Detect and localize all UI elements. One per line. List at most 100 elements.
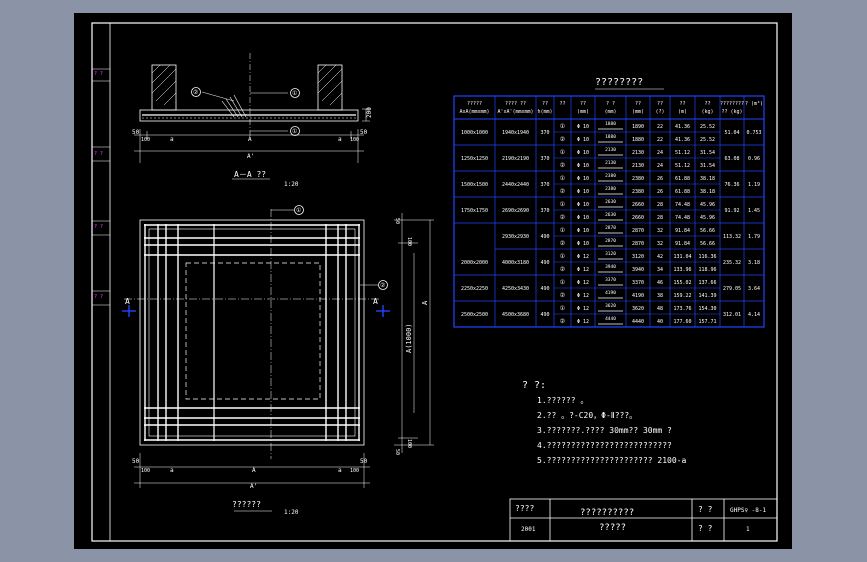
- table-bar-dia: Φ 10: [577, 228, 589, 234]
- table-cell-conc: 1.19: [748, 182, 760, 188]
- section-dim-Aprime: A': [247, 153, 254, 160]
- table-header-cell: h(mm): [537, 109, 552, 115]
- table-cell-outer: 4250x3430: [502, 286, 529, 292]
- svg-text:? ?: ? ?: [94, 151, 103, 157]
- plan-bottom-50-left: 50: [132, 458, 140, 465]
- table-header-cell: (m): [678, 109, 687, 115]
- table-cell-steel: 63.08: [724, 156, 739, 162]
- table-cell-outer: 2440x2440: [502, 182, 529, 188]
- table-bar-no: ①: [560, 305, 565, 312]
- table-bar-shape-len: 2380: [605, 186, 616, 192]
- table-bar-len: 4440: [632, 319, 644, 325]
- table-bar-shape-len: 2870: [605, 225, 616, 231]
- table-bar-dia: Φ 10: [577, 189, 589, 195]
- table-bar-dia: Φ 10: [577, 241, 589, 247]
- table-bar-total: 91.84: [675, 228, 690, 234]
- plan-bottom-100-right: 100: [350, 468, 359, 474]
- table-bar-weight: 31.54: [700, 150, 715, 156]
- table-bar-shape-len: 3940: [605, 264, 616, 270]
- table-bar-total: 51.12: [675, 163, 690, 169]
- table-bar-len: 2870: [632, 228, 644, 234]
- rebar-table: ?????AxA(mmxmm)???? ??A'xA'(mmxmm)??h(mm…: [453, 95, 765, 328]
- table-bar-dia: Φ 12: [577, 267, 589, 273]
- table-bar-shape-len: 4440: [605, 316, 616, 322]
- table-bar-shape-len: 1880: [605, 134, 616, 140]
- table-bar-weight: 141.39: [698, 293, 716, 299]
- table-bar-count: 32: [657, 228, 663, 234]
- table-bar-weight: 137.66: [698, 280, 716, 286]
- title-drawing-name-1: ??????????: [580, 508, 634, 518]
- table-cell-h: 370: [540, 130, 549, 136]
- table-cell-steel: 279.05: [723, 286, 741, 292]
- plan-bottom-A: A: [252, 467, 256, 474]
- table-cell-steel: 235.32: [723, 260, 741, 266]
- plan-dim-100-bot: 100: [406, 439, 412, 448]
- title-block: [509, 498, 778, 542]
- table-header-cell: AxA(mmxmm): [459, 109, 489, 115]
- table-bar-total: 131.04: [673, 254, 691, 260]
- table-bar-weight: 45.96: [700, 202, 715, 208]
- plan-dim-50-bot: 50: [394, 449, 400, 455]
- plan-inner-dashed-outline: [185, 262, 321, 400]
- table-cell-conc: 1.79: [748, 234, 760, 240]
- plan-bottom-50-right: 50: [360, 458, 368, 465]
- table-cell-size: 1250x1250: [461, 156, 488, 162]
- table-bar-count: 24: [657, 150, 663, 156]
- plan-view-labels: A A ① ② 50 100 100 50 A(1000) A 50 50 10…: [125, 207, 429, 516]
- note-2: 2.?? 。?-C20，Φ-Ⅱ???。: [537, 411, 637, 420]
- table-bar-total: 159.22: [673, 293, 691, 299]
- table-bar-count: 22: [657, 137, 663, 143]
- table-cell-size: 2250x2250: [461, 286, 488, 292]
- plan-bottom-Aprime: A': [250, 483, 257, 490]
- table-bar-no: ②: [560, 318, 565, 325]
- table-bar-no: ①: [560, 279, 565, 286]
- table-bar-shape-len: 2630: [605, 199, 616, 205]
- table-bar-weight: 25.52: [700, 124, 715, 130]
- section-dim-a-right: a: [338, 136, 342, 143]
- table-header-cell: (mm): [577, 109, 589, 115]
- table-header-cell: ??: [657, 101, 663, 107]
- table-bar-count: 38: [657, 293, 663, 299]
- note-4: 4.??????????????????????????: [537, 441, 672, 450]
- table-bar-dia: Φ 10: [577, 137, 589, 143]
- table-bar-count: 26: [657, 176, 663, 182]
- plan-section-mark-right: A: [373, 297, 378, 306]
- table-bar-total: 74.48: [675, 202, 690, 208]
- section-callout-2: ②: [193, 89, 198, 96]
- table-cell-steel: 91.92: [724, 208, 739, 214]
- margin-ticks: [92, 68, 110, 306]
- table-bar-count: 42: [657, 254, 663, 260]
- plan-callout-2: ②: [380, 282, 385, 289]
- table-header-cell: ??: [559, 101, 565, 107]
- table-bar-shape-len: 2630: [605, 212, 616, 218]
- plan-dim-A-vertical: A: [421, 300, 429, 305]
- section-dim-100-right: 100: [350, 137, 359, 143]
- table-bar-len: 4190: [632, 293, 644, 299]
- table-bar-shape-len: 2130: [605, 160, 616, 166]
- table-bar-dia: Φ 12: [577, 306, 589, 312]
- table-bar-len: 2380: [632, 189, 644, 195]
- cad-canvas[interactable]: ? ?? ? ? ?? ? ② ① ① 200 50 50 100 100 a …: [74, 13, 792, 549]
- section-scale: 1:20: [284, 181, 299, 188]
- table-bar-shape-len: 3370: [605, 277, 616, 283]
- table-bar-total: 74.48: [675, 215, 690, 221]
- section-aa-labels: ② ① ① 200 50 50 100 100 a a A A' A－A ?? …: [132, 89, 373, 188]
- table-bar-no: ①: [560, 253, 565, 260]
- cad-drawing-sheet[interactable]: ? ?? ? ? ?? ? ② ① ① 200 50 50 100 100 a …: [74, 13, 792, 549]
- title-drawing-name-2: ?????: [599, 523, 626, 533]
- table-cell-steel: 312.01: [723, 312, 741, 318]
- section-callout-1a: ①: [292, 90, 297, 97]
- table-bar-dia: Φ 10: [577, 215, 589, 221]
- table-cell-conc: 1.45: [748, 208, 760, 214]
- table-bar-len: 1880: [632, 137, 644, 143]
- table-bar-len: 2660: [632, 215, 644, 221]
- table-bar-shape-len: 2130: [605, 147, 616, 153]
- table-cell-h: 370: [540, 182, 549, 188]
- table-bar-dia: Φ 10: [577, 150, 589, 156]
- table-bar-dia: Φ 10: [577, 124, 589, 130]
- table-cell-conc: 3.18: [748, 260, 760, 266]
- table-header-cell: ??: [580, 101, 586, 107]
- table-bar-weight: 116.36: [698, 254, 716, 260]
- section-title: A－A ??: [234, 170, 266, 179]
- table-cell-h: 490: [540, 234, 549, 240]
